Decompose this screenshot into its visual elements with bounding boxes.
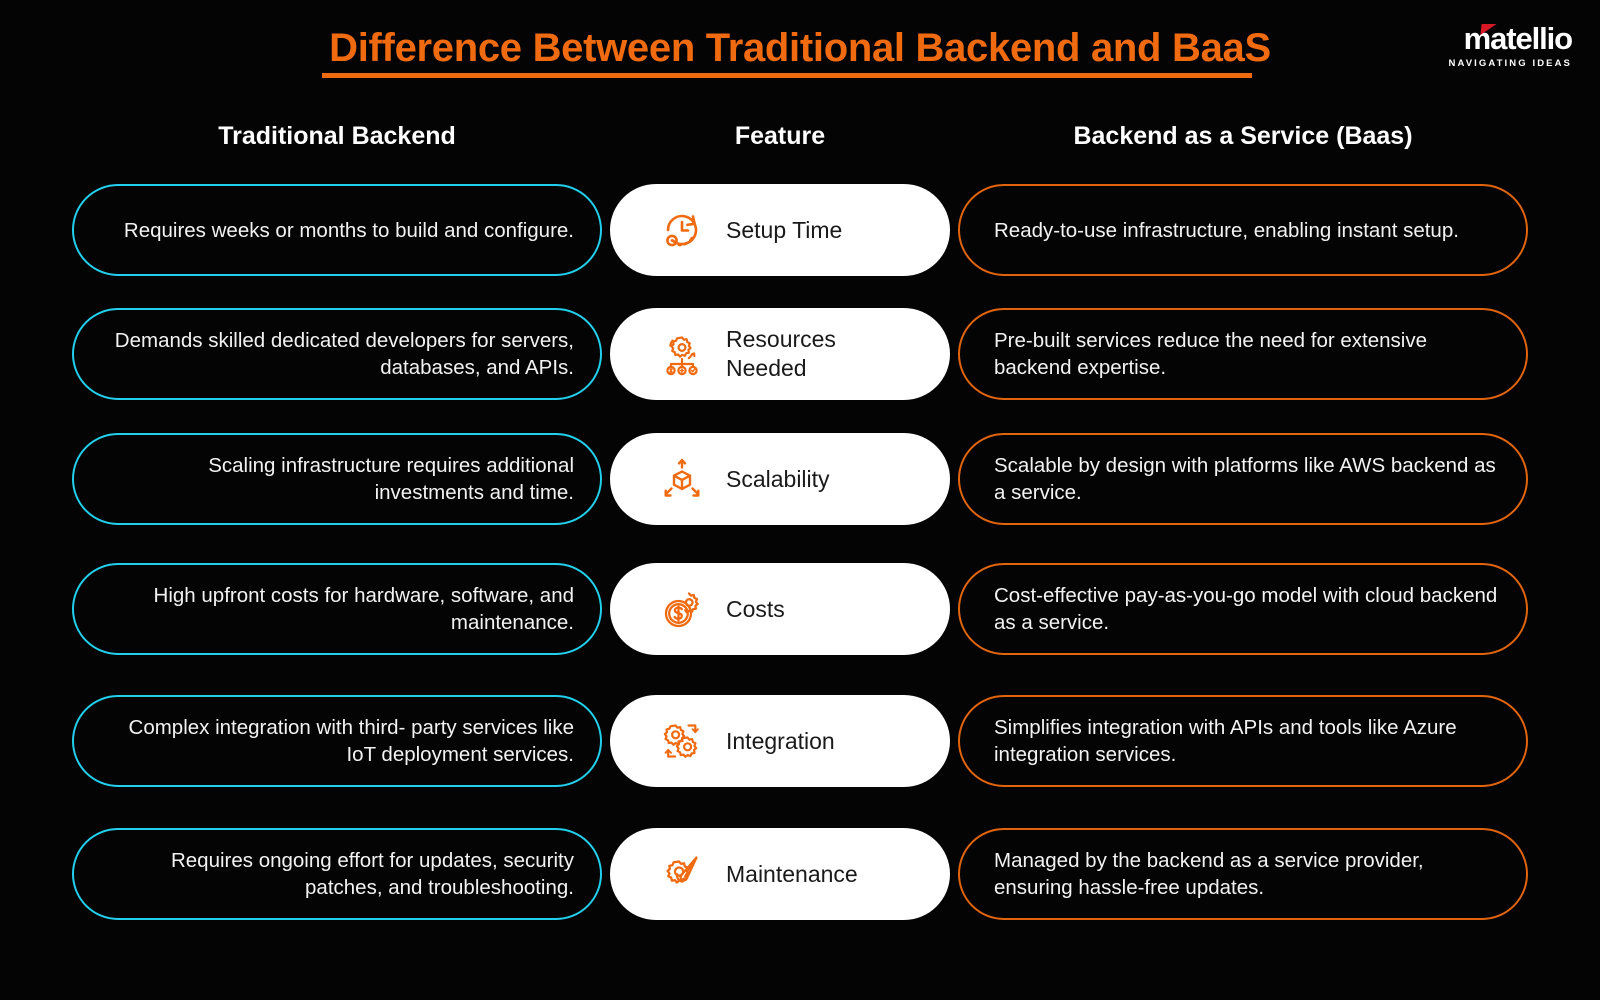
baas-text: Managed by the backend as a service prov…: [994, 849, 1424, 899]
traditional-backend-text: Requires ongoing effort for updates, sec…: [170, 849, 574, 899]
baas-pill[interactable]: Pre-built services reduce the need for e…: [958, 308, 1528, 400]
coin-gear-icon: [658, 585, 706, 633]
feature-label: Setup Time: [726, 217, 843, 243]
feature-label: Scalability: [726, 466, 830, 492]
feature-label: Resources Needed: [726, 326, 836, 381]
baas-pill[interactable]: Cost-effective pay-as-you-go model with …: [958, 563, 1528, 655]
gear-resources-icon: [658, 330, 706, 378]
cube-scale-icon: [658, 455, 706, 503]
comparison-row: Requires weeks or months to build and co…: [0, 184, 1600, 276]
baas-pill[interactable]: Managed by the backend as a service prov…: [958, 828, 1528, 920]
traditional-backend-text: High upfront costs for hardware, softwar…: [153, 584, 574, 634]
baas-pill[interactable]: Scalable by design with platforms like A…: [958, 433, 1528, 525]
comparison-row: Requires ongoing effort for updates, sec…: [0, 828, 1600, 920]
traditional-backend-pill[interactable]: Requires ongoing effort for updates, sec…: [72, 828, 602, 920]
baas-text: Cost-effective pay-as-you-go model with …: [994, 584, 1498, 634]
feature-pill[interactable]: Maintenance: [610, 828, 950, 920]
comparison-row: Scaling infrastructure requires addition…: [0, 433, 1600, 525]
traditional-backend-pill[interactable]: Scaling infrastructure requires addition…: [72, 433, 602, 525]
column-header-feature: Feature: [734, 122, 826, 150]
feature-pill[interactable]: Scalability: [610, 433, 950, 525]
traditional-backend-text: Scaling infrastructure requires addition…: [208, 454, 574, 504]
clock-setup-icon: [658, 206, 706, 254]
baas-text: Ready-to-use infrastructure, enabling in…: [994, 218, 1459, 242]
feature-pill[interactable]: Resources Needed: [610, 308, 950, 400]
feature-label: Costs: [726, 596, 785, 622]
baas-pill[interactable]: Ready-to-use infrastructure, enabling in…: [958, 184, 1528, 276]
traditional-backend-pill[interactable]: High upfront costs for hardware, softwar…: [72, 563, 602, 655]
feature-label: Integration: [726, 728, 835, 754]
feature-pill[interactable]: Setup Time: [610, 184, 950, 276]
brand-logo: matellio NAVIGATING IDEAS: [1396, 22, 1573, 76]
baas-text: Pre-built services reduce the need for e…: [994, 329, 1428, 379]
comparison-row: Demands skilled dedicated developers for…: [0, 308, 1600, 400]
feature-pill[interactable]: Integration: [610, 695, 950, 787]
traditional-backend-pill[interactable]: Demands skilled dedicated developers for…: [72, 308, 602, 400]
logo-accent-mark-icon: [1480, 24, 1497, 35]
baas-text: Scalable by design with platforms like A…: [994, 454, 1496, 504]
title-underline: [322, 73, 1252, 78]
baas-pill[interactable]: Simplifies integration with APIs and too…: [958, 695, 1528, 787]
page-title: Difference Between Traditional Backend a…: [329, 26, 1271, 70]
comparison-row: High upfront costs for hardware, softwar…: [0, 563, 1600, 655]
column-header-traditional: Traditional Backend: [218, 122, 456, 150]
traditional-backend-pill[interactable]: Complex integration with third- party se…: [72, 695, 602, 787]
logo-tagline: NAVIGATING IDEAS: [1448, 58, 1572, 69]
infographic-canvas: Difference Between Traditional Backend a…: [0, 0, 1600, 1000]
gears-sync-icon: [658, 717, 706, 765]
traditional-backend-text: Demands skilled dedicated developers for…: [114, 329, 574, 379]
comparison-row: Complex integration with third- party se…: [0, 695, 1600, 787]
baas-text: Simplifies integration with APIs and too…: [994, 716, 1457, 766]
gear-wrench-icon: [658, 850, 706, 898]
column-header-baas: Backend as a Service (Baas): [1073, 122, 1413, 150]
feature-label: Maintenance: [726, 861, 858, 887]
feature-pill[interactable]: Costs: [610, 563, 950, 655]
traditional-backend-text: Requires weeks or months to build and co…: [123, 218, 574, 242]
traditional-backend-pill[interactable]: Requires weeks or months to build and co…: [72, 184, 602, 276]
traditional-backend-text: Complex integration with third- party se…: [128, 716, 574, 766]
